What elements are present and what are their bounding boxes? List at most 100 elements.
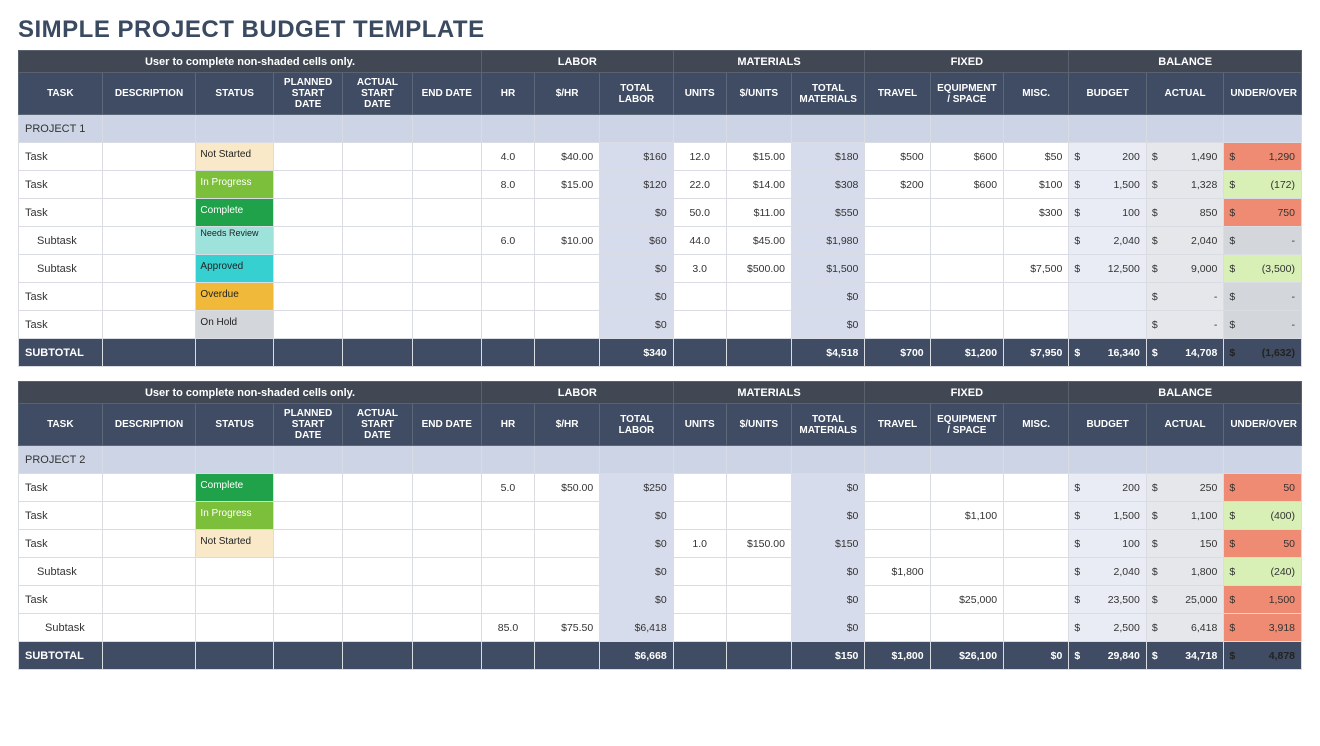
status-chip[interactable]: Not Started — [196, 143, 273, 170]
total-labor-cell: $0 — [600, 311, 673, 339]
end-date-cell — [412, 227, 481, 255]
unit-price-cell — [726, 558, 791, 586]
project-row: PROJECT 2 — [19, 446, 1302, 474]
end-date-cell — [412, 255, 481, 283]
total-materials-cell: $0 — [791, 283, 864, 311]
hr-cell — [481, 283, 534, 311]
subtotal-labor: $340 — [600, 339, 673, 367]
task-cell: Subtask — [19, 558, 103, 586]
misc-cell — [1004, 311, 1069, 339]
budget-cell: 100 — [1069, 530, 1147, 558]
equip-cell — [930, 474, 1003, 502]
status-chip[interactable]: Complete — [196, 474, 273, 501]
col-actual-start: ACTUAL START DATE — [343, 404, 412, 446]
status-chip[interactable]: In Progress — [196, 502, 273, 529]
actual-start-cell — [343, 474, 412, 502]
unit-price-cell — [726, 502, 791, 530]
misc-cell — [1004, 227, 1069, 255]
end-date-cell — [412, 614, 481, 642]
budget-cell: 2,500 — [1069, 614, 1147, 642]
budget-cell: 12,500 — [1069, 255, 1147, 283]
budget-cell: 200 — [1069, 474, 1147, 502]
task-cell: Task — [19, 502, 103, 530]
end-date-cell — [412, 171, 481, 199]
hr-cell — [481, 586, 534, 614]
col-budget: BUDGET — [1069, 404, 1147, 446]
description-cell — [102, 143, 196, 171]
misc-cell: $7,500 — [1004, 255, 1069, 283]
under-over-cell: 1,290 — [1224, 143, 1302, 171]
description-cell — [102, 171, 196, 199]
total-materials-cell: $0 — [791, 614, 864, 642]
status-chip[interactable]: In Progress — [196, 171, 273, 198]
travel-cell — [865, 502, 930, 530]
status-chip[interactable]: On Hold — [196, 311, 273, 338]
travel-cell — [865, 199, 930, 227]
travel-cell — [865, 474, 930, 502]
actual-cell: 850 — [1146, 199, 1224, 227]
actual-start-cell — [343, 558, 412, 586]
col-total-labor: TOTAL LABOR — [600, 404, 673, 446]
description-cell — [102, 199, 196, 227]
status-chip[interactable]: Approved — [196, 255, 273, 282]
travel-cell — [865, 283, 930, 311]
subtotal-row: SUBTOTAL$340$4,518$700$1,200$7,95016,340… — [19, 339, 1302, 367]
budget-table: User to complete non-shaded cells only.L… — [18, 50, 1302, 367]
subtotal-materials: $4,518 — [791, 339, 864, 367]
units-cell — [673, 502, 726, 530]
total-labor-cell: $0 — [600, 255, 673, 283]
planned-start-cell — [273, 614, 342, 642]
status-cell — [196, 558, 274, 586]
col-total-labor: TOTAL LABOR — [600, 73, 673, 115]
budget-cell — [1069, 311, 1147, 339]
status-cell: Approved — [196, 255, 274, 283]
end-date-cell — [412, 502, 481, 530]
rate-cell — [534, 558, 599, 586]
units-cell — [673, 311, 726, 339]
total-materials-cell: $0 — [791, 502, 864, 530]
budget-cell: 2,040 — [1069, 227, 1147, 255]
description-cell — [102, 311, 196, 339]
subtotal-materials: $150 — [791, 642, 864, 670]
task-cell: Subtask — [19, 227, 103, 255]
status-chip[interactable]: Complete — [196, 199, 273, 226]
project-name: PROJECT 1 — [19, 115, 103, 143]
col-hr: HR — [481, 404, 534, 446]
hr-cell — [481, 502, 534, 530]
equip-cell — [930, 227, 1003, 255]
subtotal-actual: 14,708 — [1146, 339, 1224, 367]
subtotal-label: SUBTOTAL — [19, 642, 103, 670]
rate-cell: $75.50 — [534, 614, 599, 642]
col-task: TASK — [19, 73, 103, 115]
budget-cell: 100 — [1069, 199, 1147, 227]
col-planned-start: PLANNED START DATE — [273, 404, 342, 446]
total-materials-cell: $0 — [791, 558, 864, 586]
hr-cell: 5.0 — [481, 474, 534, 502]
status-chip[interactable]: Overdue — [196, 283, 273, 310]
misc-cell: $300 — [1004, 199, 1069, 227]
subtotal-misc: $7,950 — [1004, 339, 1069, 367]
project-name: PROJECT 2 — [19, 446, 103, 474]
actual-cell: 250 — [1146, 474, 1224, 502]
col-actual: ACTUAL — [1146, 73, 1224, 115]
col-misc: MISC. — [1004, 73, 1069, 115]
travel-cell: $500 — [865, 143, 930, 171]
actual-cell: 1,328 — [1146, 171, 1224, 199]
project-row: PROJECT 1 — [19, 115, 1302, 143]
status-chip[interactable]: Not Started — [196, 530, 273, 557]
group-materials: MATERIALS — [673, 382, 865, 404]
col-units: UNITS — [673, 404, 726, 446]
budget-cell: 2,040 — [1069, 558, 1147, 586]
subtotal-travel: $700 — [865, 339, 930, 367]
misc-cell — [1004, 502, 1069, 530]
units-cell: 1.0 — [673, 530, 726, 558]
hr-cell — [481, 558, 534, 586]
under-over-cell: - — [1224, 311, 1302, 339]
rate-cell — [534, 502, 599, 530]
end-date-cell — [412, 586, 481, 614]
table-row: TaskIn Progress8.0$15.00$12022.0$14.00$3… — [19, 171, 1302, 199]
misc-cell — [1004, 474, 1069, 502]
col-equip: EQUIPMENT / SPACE — [930, 404, 1003, 446]
total-labor-cell: $60 — [600, 227, 673, 255]
status-chip[interactable]: Needs Review — [196, 227, 273, 254]
